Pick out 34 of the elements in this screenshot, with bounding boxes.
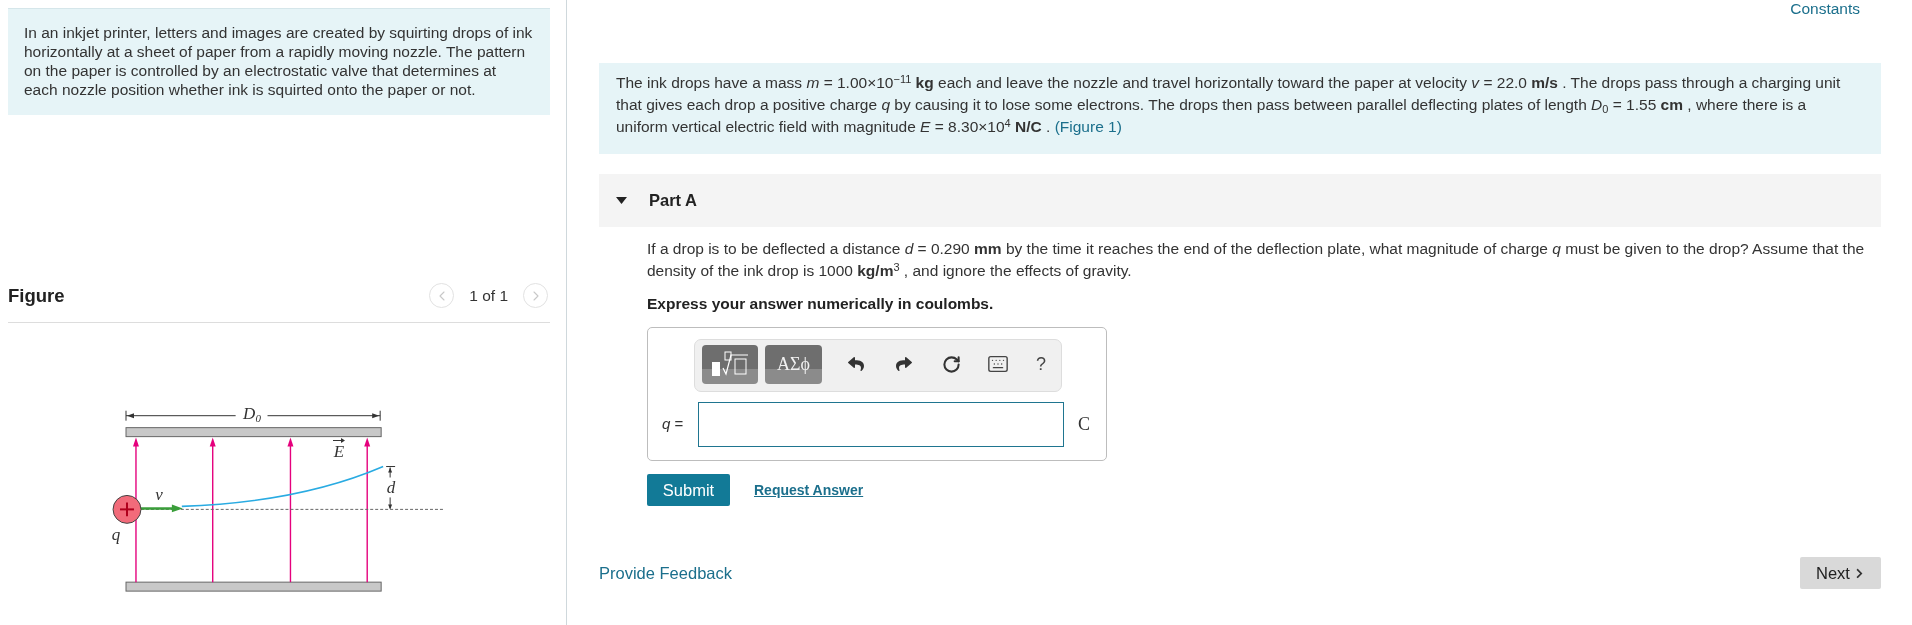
- field-label: E: [333, 443, 345, 460]
- positive-charge-icon: [112, 494, 142, 524]
- charge-label: q: [111, 526, 121, 544]
- question-text: If a drop is to be deflected a distance d = 0.290 mm by the time it reaches the end of the deflection plate, what magnitude of charge q must be given to the drop? Assume that the density of the ink drop is 1000 kg/m$^{3}$ , and ignore the effects of gravity.: [647, 239, 1866, 281]
- figure-title: Figure: [8, 283, 65, 308]
- symbols-button[interactable]: ΑΣϕ: [765, 344, 822, 384]
- undo-icon: [848, 356, 864, 372]
- velocity-label: v: [155, 486, 163, 504]
- templates-button[interactable]: [702, 344, 758, 384]
- unit-label: C: [1078, 413, 1090, 436]
- submit-button[interactable]: Submit: [647, 474, 730, 506]
- variable-label: q =: [661, 414, 684, 435]
- redo-icon: [896, 356, 912, 372]
- deflection-label: d: [386, 479, 396, 497]
- plate-length-label: D$_{0}$: [243, 405, 261, 423]
- answer-instruction: Express your answer numerically in coulombs.: [647, 294, 995, 314]
- keyboard-icon: [987, 353, 1009, 375]
- reset-icon: [941, 354, 961, 374]
- problem-text: The ink drops have a mass m = 1.00×10$^{−11}$ kg each and leave the nozzle and travel horizontally toward the paper at velocity v = 22.0 m/s . The drops pass through a charging unit that gives each drop a positive charge q by causing it to lose some electrons. The drops then pass between parallel deflecting plates of length D$_{0}$ = 1.55 cm , where there is a uniform vertical electric field with magnitude E = 8.30×10$^{4}$ N/C . (Figure 1): [616, 72, 1842, 137]
- constants-link[interactable]: Constants: [1790, 0, 1860, 18]
- part-header[interactable]: Part A: [599, 174, 1881, 227]
- figure-pager-text: 1 of 1: [469, 285, 508, 306]
- feedback-link[interactable]: Provide Feedback: [599, 560, 732, 586]
- math-template-icon: [711, 351, 749, 377]
- figure-link[interactable]: (Figure 1): [1054, 118, 1122, 135]
- deflection-dimension: [385, 466, 396, 510]
- next-button[interactable]: Next: [1800, 557, 1881, 589]
- intro-text: In an inkjet printer, letters and images are created by squirting drops of ink horizontally at a sheet of paper from a rapidly moving nozzle. The pattern on the paper is controlled by an electrostatic valve that determines at each nozzle position whether ink is squirted onto the paper or not.: [24, 23, 533, 99]
- caret-icon: [616, 197, 627, 204]
- help-button[interactable]: ?: [1026, 346, 1056, 382]
- answer-input[interactable]: [698, 402, 1064, 447]
- vector-arrow-icon: [333, 438, 345, 443]
- velocity-arrow: [140, 504, 183, 513]
- request-answer-link[interactable]: Request Answer: [754, 479, 864, 501]
